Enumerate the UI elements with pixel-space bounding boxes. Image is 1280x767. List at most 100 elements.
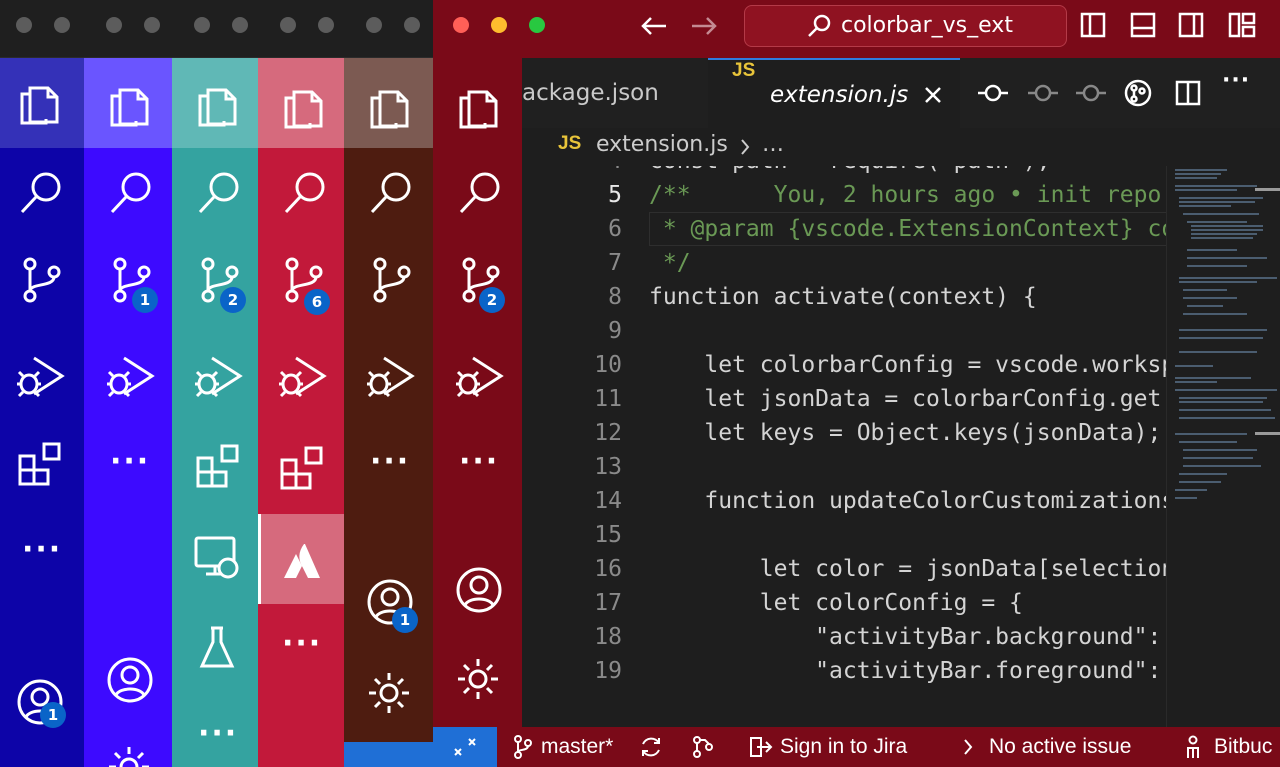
close-window-button[interactable] xyxy=(16,17,32,33)
search-icon[interactable] xyxy=(457,170,503,216)
remote-explorer-icon[interactable] xyxy=(194,536,240,580)
minimize-window-button[interactable] xyxy=(232,17,248,33)
atlassian-icon[interactable] xyxy=(284,544,320,578)
more-icon[interactable]: ··· xyxy=(110,447,150,477)
code-editor[interactable]: 4 const path = require('path'); 5 /** You, … xyxy=(522,166,1166,727)
code-line: 5 /** You, 2 hours ago • init repo xyxy=(522,178,1166,212)
minimize-window-button[interactable] xyxy=(54,17,70,33)
close-window-button[interactable] xyxy=(106,17,122,33)
customize-layout-icon[interactable] xyxy=(1228,12,1256,38)
title-bar: colorbar_vs_ext xyxy=(433,0,1280,58)
search-icon[interactable] xyxy=(282,170,328,216)
run-debug-icon[interactable] xyxy=(106,354,156,398)
code-line: 8 function activate(context) { xyxy=(522,280,1166,314)
editor-tabs: ackage.json JS extension.js ··· xyxy=(522,58,1280,128)
accounts-badge: 1 xyxy=(392,607,418,633)
remote-indicator[interactable] xyxy=(433,727,497,767)
explorer-icon[interactable] xyxy=(196,80,238,128)
minimap[interactable] xyxy=(1166,166,1280,727)
extensions-icon[interactable] xyxy=(18,442,62,486)
git-timeline-icon[interactable] xyxy=(978,82,1008,104)
extensions-icon[interactable] xyxy=(196,444,240,488)
command-center-search[interactable]: colorbar_vs_ext xyxy=(744,5,1067,47)
code-line: 19 "activityBar.foreground": xyxy=(522,654,1166,688)
toggle-panel-icon[interactable] xyxy=(1130,12,1156,38)
more-icon[interactable]: ··· xyxy=(370,447,410,477)
forward-arrow-icon[interactable] xyxy=(691,16,717,36)
run-debug-icon[interactable] xyxy=(278,354,328,398)
run-debug-icon[interactable] xyxy=(16,354,66,398)
close-window-button[interactable] xyxy=(194,17,210,33)
tab-extension-js[interactable]: JS extension.js xyxy=(708,58,960,128)
toggle-sidebar-icon[interactable] xyxy=(1080,12,1106,38)
source-control-icon[interactable] xyxy=(372,256,412,304)
minimize-window-button[interactable] xyxy=(491,17,507,33)
git-compare-icon[interactable] xyxy=(691,735,715,759)
breadcrumb-file[interactable]: extension.js xyxy=(596,132,728,157)
close-window-button[interactable] xyxy=(280,17,296,33)
front-window: colorbar_vs_ext 2 ··· ackage.json JS ext… xyxy=(433,0,1280,767)
explorer-icon[interactable] xyxy=(108,80,150,128)
code-text: */ xyxy=(649,250,691,276)
more-icon[interactable]: ··· xyxy=(22,535,62,565)
testing-flask-icon[interactable] xyxy=(199,626,235,670)
accounts-icon[interactable] xyxy=(106,656,154,704)
close-tab-icon[interactable] xyxy=(924,86,942,104)
search-icon[interactable] xyxy=(18,170,64,216)
close-window-button[interactable] xyxy=(453,17,469,33)
toggle-secondary-sidebar-icon[interactable] xyxy=(1178,12,1204,38)
extensions-icon[interactable] xyxy=(280,446,324,490)
code-text: let keys = Object.keys(jsonData); xyxy=(649,420,1162,446)
tab-package-json[interactable]: ackage.json xyxy=(522,58,708,128)
more-icon[interactable]: ··· xyxy=(198,719,238,749)
open-changes-icon[interactable] xyxy=(1124,79,1152,107)
window-violet: 1 ··· xyxy=(84,0,176,767)
scm-badge: 1 xyxy=(132,287,158,313)
settings-gear-icon[interactable] xyxy=(455,656,501,702)
minimize-window-button[interactable] xyxy=(318,17,334,33)
breadcrumb: JS extension.js … xyxy=(522,128,1280,166)
line-number: 11 xyxy=(594,386,622,412)
run-debug-icon[interactable] xyxy=(366,354,416,398)
settings-gear-icon[interactable] xyxy=(366,670,412,716)
code-text: const path = require('path'); xyxy=(649,166,1051,178)
jira-sign-in[interactable]: Sign in to Jira xyxy=(780,727,907,767)
search-icon[interactable] xyxy=(196,170,242,216)
code-text: let jsonData = colorbarConfig.get( xyxy=(649,386,1166,412)
more-icon[interactable]: ··· xyxy=(282,629,322,659)
run-debug-icon[interactable] xyxy=(455,354,505,398)
source-control-icon[interactable] xyxy=(22,256,62,304)
minimize-window-button[interactable] xyxy=(404,17,420,33)
run-debug-icon[interactable] xyxy=(194,354,244,398)
minimize-window-button[interactable] xyxy=(144,17,160,33)
scm-badge: 2 xyxy=(220,287,246,313)
search-icon[interactable] xyxy=(108,170,154,216)
split-editor-icon[interactable] xyxy=(1175,80,1201,106)
git-branch[interactable]: master* xyxy=(541,727,613,767)
code-text: /** You, 2 hours ago • init repo xyxy=(649,182,1162,208)
search-icon[interactable] xyxy=(368,170,414,216)
code-text: let color = jsonData[selection xyxy=(649,556,1166,582)
maximize-window-button[interactable] xyxy=(529,17,545,33)
bitbucket-status[interactable]: Bitbuc xyxy=(1214,727,1272,767)
code-line: 17 let colorConfig = { xyxy=(522,586,1166,620)
explorer-icon[interactable] xyxy=(368,82,410,130)
more-actions-icon[interactable]: ··· xyxy=(1222,68,1250,93)
active-issue[interactable]: No active issue xyxy=(989,727,1131,767)
remote-indicator[interactable] xyxy=(344,742,436,767)
back-arrow-icon[interactable] xyxy=(641,16,667,36)
explorer-icon[interactable] xyxy=(18,78,60,126)
more-icon[interactable]: ··· xyxy=(459,447,499,477)
line-number: 14 xyxy=(594,488,622,514)
explorer-icon[interactable] xyxy=(457,82,499,130)
explorer-icon[interactable] xyxy=(282,82,324,130)
code-line: 6 * @param {vscode.ExtensionContext} co xyxy=(522,212,1166,246)
code-line: 7 */ xyxy=(522,246,1166,280)
accounts-icon[interactable] xyxy=(455,566,503,614)
git-previous-change-icon[interactable] xyxy=(1028,82,1058,104)
close-window-button[interactable] xyxy=(366,17,382,33)
settings-gear-icon[interactable] xyxy=(106,744,152,767)
breadcrumb-symbol[interactable]: … xyxy=(762,132,784,157)
sync-icon[interactable] xyxy=(639,735,663,759)
git-next-change-icon[interactable] xyxy=(1076,82,1106,104)
